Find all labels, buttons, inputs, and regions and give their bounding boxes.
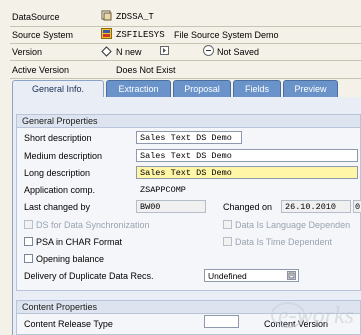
opening-balance-label: Opening balance: [36, 254, 105, 264]
changed-time-field: 0: [353, 200, 361, 213]
not-saved-icon: [203, 45, 214, 56]
active-version-value: Does Not Exist: [116, 65, 176, 75]
psa-char-checkbox[interactable]: [24, 237, 33, 246]
medium-desc-field[interactable]: Sales Text DS Demo: [136, 149, 358, 162]
last-changed-field: BW00: [136, 200, 206, 213]
delivery-dropdown[interactable]: Undefined: [204, 269, 299, 282]
lang-dependent-label: Data Is Language Dependen: [235, 220, 351, 230]
opening-balance-checkbox[interactable]: [24, 254, 33, 263]
time-dependent-checkbox: [223, 237, 232, 246]
time-dependent-label: Data Is Time Dependent: [235, 237, 333, 247]
app-comp-field[interactable]: ZSAPPCOMP: [136, 183, 199, 196]
ds-data-sync-label: DS for Data Synchronization: [36, 220, 150, 230]
separator: [10, 78, 361, 79]
separator: [10, 26, 361, 27]
separator: [10, 60, 361, 61]
watermark-logo: e-works: [258, 293, 354, 333]
lang-dependent-checkbox: [223, 220, 232, 229]
release-type-field[interactable]: [204, 315, 239, 328]
tab-fields[interactable]: Fields: [233, 80, 281, 97]
short-desc-label: Short description: [24, 133, 92, 143]
ds-data-sync-checkbox: [24, 220, 33, 229]
version-value: N new: [116, 47, 142, 57]
short-desc-field[interactable]: Sales Text DS Demo: [136, 131, 242, 144]
source-system-desc: File Source System Demo: [174, 30, 279, 40]
tab-proposal[interactable]: Proposal: [173, 80, 231, 97]
last-changed-label: Last changed by: [24, 202, 91, 212]
datasource-value: ZDSSA_T: [116, 12, 154, 22]
delivery-label: Delivery of Duplicate Data Recs.: [24, 271, 154, 281]
version-label: Version: [12, 47, 43, 57]
source-system-label: Source System: [12, 30, 74, 40]
version-help-icon[interactable]: [160, 46, 169, 55]
datasource-label: DataSource: [12, 12, 60, 22]
group-title: General Properties: [17, 115, 360, 128]
app-comp-label: Application comp.: [24, 185, 96, 195]
long-desc-label: Long description: [24, 168, 91, 178]
source-system-value: ZSFILESYS: [116, 30, 165, 40]
delivery-value: Undefined: [208, 270, 247, 281]
changed-on-field: 26.10.2010: [281, 200, 351, 213]
psa-char-label: PSA in CHAR Format: [36, 237, 123, 247]
active-version-label: Active Version: [12, 65, 70, 75]
display-object-icon[interactable]: [101, 10, 112, 21]
tab-general-info[interactable]: General Info.: [12, 80, 104, 97]
general-properties-group: General Properties Short description Sal…: [16, 114, 361, 291]
release-type-label: Content Release Type: [24, 319, 113, 329]
svg-text:e-works: e-works: [278, 303, 353, 329]
tab-extraction[interactable]: Extraction: [106, 80, 171, 97]
version-status: Not Saved: [217, 47, 260, 57]
changed-on-label: Changed on: [223, 202, 273, 212]
dropdown-icon[interactable]: [287, 271, 296, 280]
tab-preview[interactable]: Preview: [283, 80, 338, 97]
long-desc-field[interactable]: Sales Text DS Demo: [136, 166, 358, 179]
source-system-icon[interactable]: [101, 28, 112, 39]
tab-strip: General Info. Extraction Proposal Fields…: [12, 80, 361, 97]
separator: [10, 43, 361, 44]
medium-desc-label: Medium description: [24, 151, 103, 161]
diamond-icon: [101, 46, 112, 57]
